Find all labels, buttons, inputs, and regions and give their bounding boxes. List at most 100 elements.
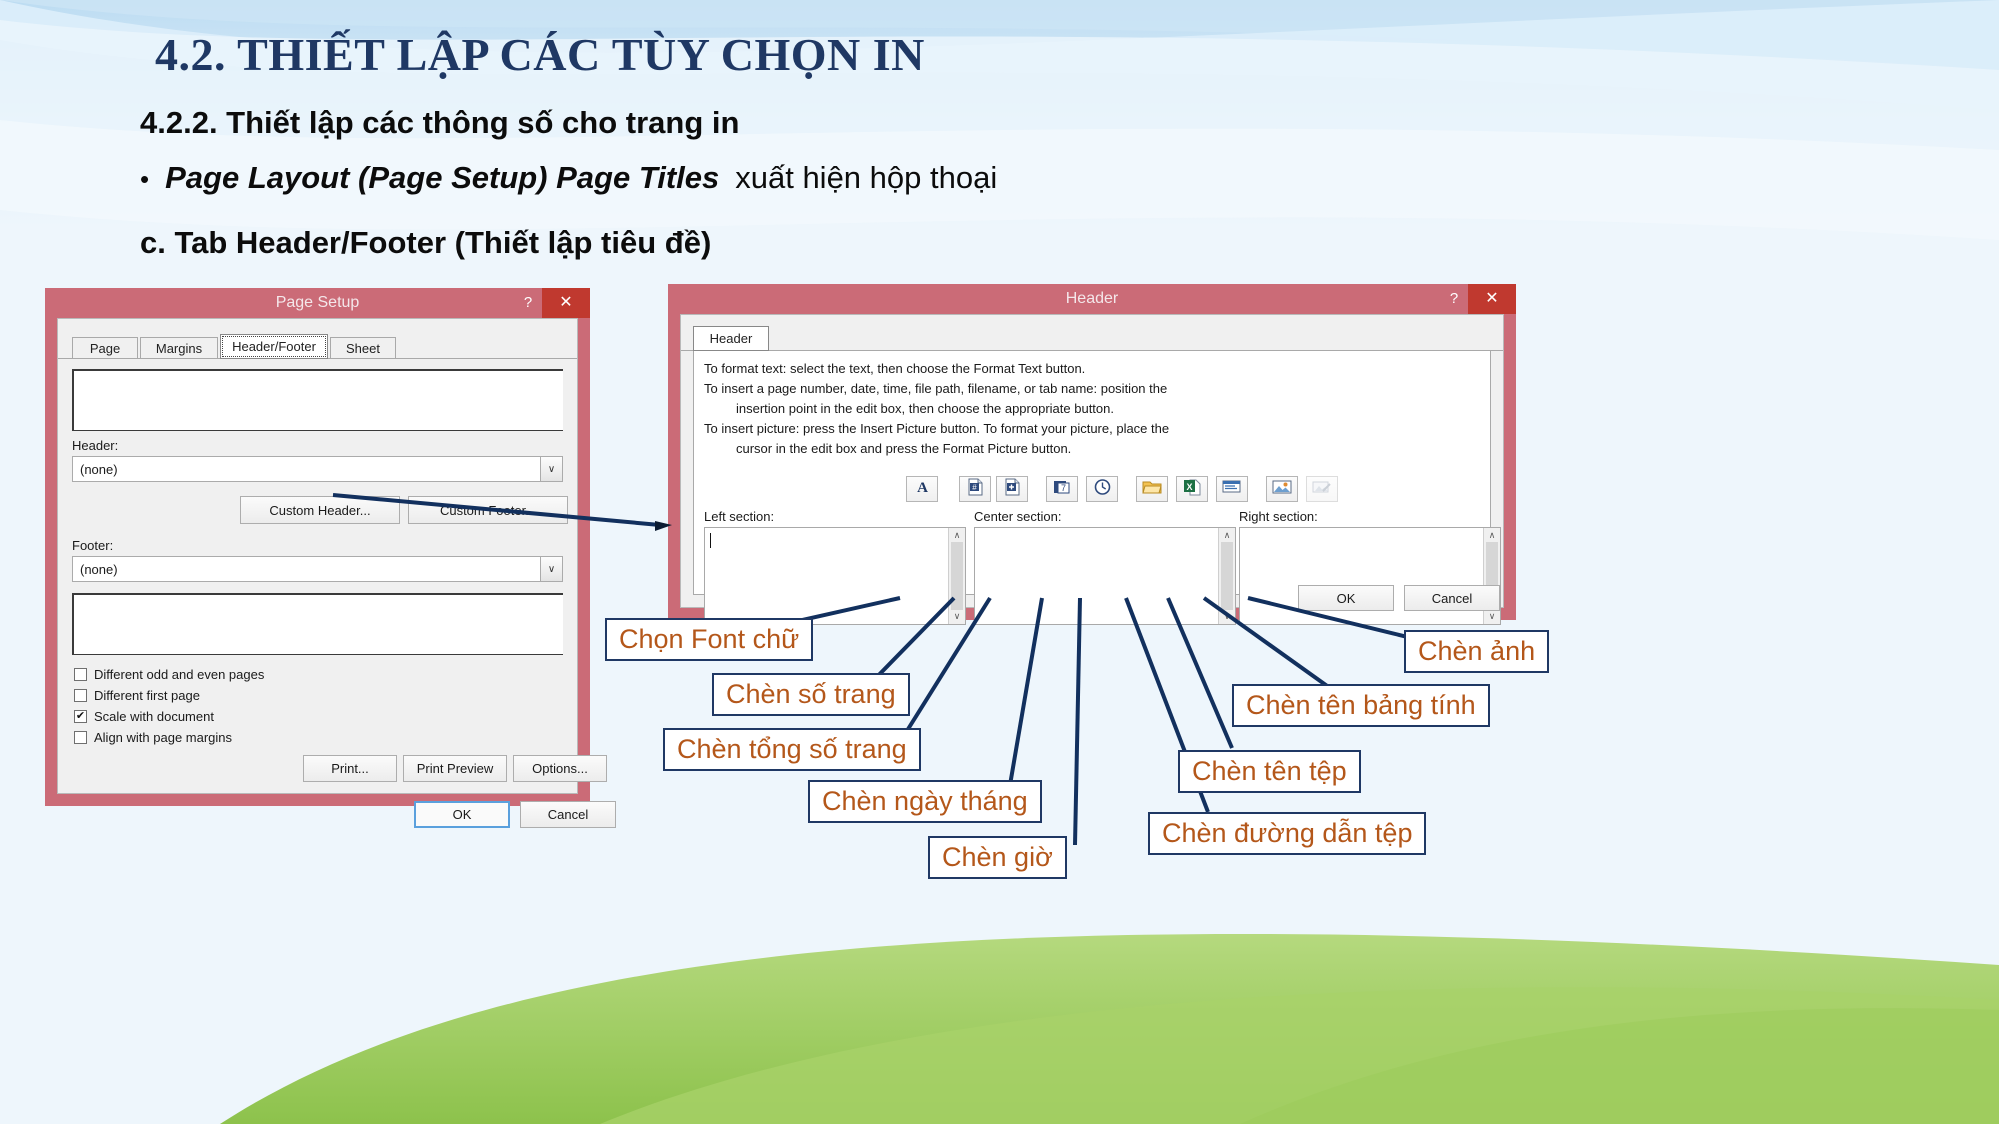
bullet-marker: • <box>140 164 150 194</box>
custom-header-button[interactable]: Custom Header... <box>240 496 400 524</box>
format-text-button[interactable]: A <box>906 476 938 502</box>
page-setup-close-button[interactable]: ✕ <box>542 288 590 318</box>
left-section-input[interactable]: ∧ ∨ <box>704 527 966 625</box>
checkbox-align-with-page-margins[interactable]: Align with page margins <box>74 730 232 745</box>
callout-insert-sheet-name: Chèn tên bảng tính <box>1232 684 1490 727</box>
insert-picture-button[interactable] <box>1266 476 1298 502</box>
header-select-value: (none) <box>80 461 118 477</box>
sub-heading: 4.2.2. Thiết lập các thông số cho trang … <box>140 105 740 140</box>
instruction-line-2: To insert a page number, date, time, fil… <box>704 381 1168 396</box>
scroll-down-icon[interactable]: ∨ <box>1224 611 1231 622</box>
checkbox-box[interactable] <box>74 731 87 744</box>
callout-insert-total-pages: Chèn tổng số trang <box>663 728 921 771</box>
tab-sheet[interactable]: Sheet <box>330 337 396 359</box>
callout-insert-file-path: Chèn đường dẫn tệp <box>1148 812 1427 855</box>
header-dialog-help-button[interactable]: ? <box>1440 284 1468 314</box>
custom-footer-button[interactable]: Custom Footer... <box>408 496 568 524</box>
checkbox-scale-with-document[interactable]: ✔ Scale with document <box>74 709 214 724</box>
left-section-label: Left section: <box>704 509 775 524</box>
page-setup-body: Page Margins Header/Footer Sheet Header:… <box>57 318 616 828</box>
footer-preview-box <box>72 593 563 655</box>
instruction-line-4: To insert picture: press the Insert Pict… <box>704 421 1170 436</box>
insert-date-button[interactable]: 7 <box>1046 476 1078 502</box>
format-picture-icon <box>1312 478 1332 501</box>
page-setup-tabstrip: Page Margins Header/Footer Sheet <box>58 333 577 359</box>
scroll-down-icon[interactable]: ∨ <box>1489 611 1496 622</box>
tab-header[interactable]: Header <box>693 326 769 351</box>
page-setup-cancel-button[interactable]: Cancel <box>520 801 616 828</box>
page-title: 4.2. THIẾT LẬP CÁC TÙY CHỌN IN <box>155 29 925 80</box>
sub-heading-2: c. Tab Header/Footer (Thiết lập tiêu đề) <box>140 225 712 260</box>
callout-insert-page-number: Chèn số trang <box>712 673 910 716</box>
header-dialog-close-button[interactable]: ✕ <box>1468 284 1516 314</box>
header-dialog: Header ? ✕ Header To format text: select… <box>668 284 1516 625</box>
scroll-down-icon[interactable]: ∨ <box>954 611 961 622</box>
tab-page[interactable]: Page <box>72 337 138 359</box>
instruction-line-3: insertion point in the edit box, then ch… <box>736 401 1114 416</box>
insert-page-number-icon: # <box>966 478 985 501</box>
insert-file-name-button[interactable]: X <box>1176 476 1208 502</box>
checkbox-box[interactable] <box>74 689 87 702</box>
page-setup-ok-button[interactable]: OK <box>414 801 510 828</box>
print-preview-button[interactable]: Print Preview <box>403 755 507 782</box>
center-section-scrollbar[interactable]: ∧ ∨ <box>1218 528 1235 624</box>
page-setup-help-button[interactable]: ? <box>514 288 542 318</box>
instruction-line-5: cursor in the edit box and press the For… <box>736 441 1072 456</box>
tab-header-footer[interactable]: Header/Footer <box>220 334 328 359</box>
insert-file-path-button[interactable] <box>1136 476 1168 502</box>
header-dialog-body: Header To format text: select the text, … <box>680 314 1504 625</box>
print-button[interactable]: Print... <box>303 755 397 782</box>
center-section-label: Center section: <box>974 509 1062 524</box>
callout-choose-font: Chọn Font chữ <box>605 618 814 661</box>
center-section-input[interactable]: ∧ ∨ <box>974 527 1236 625</box>
footer-label: Footer: <box>72 538 114 553</box>
scroll-up-icon[interactable]: ∧ <box>1224 530 1231 541</box>
header-label: Header: <box>72 438 119 453</box>
footer-select-value: (none) <box>80 561 118 577</box>
bullet-emphasis: Page Layout (Page Setup) Page Titles <box>165 160 720 195</box>
instruction-line-1: To format text: select the text, then ch… <box>704 361 1086 376</box>
format-picture-button <box>1306 476 1338 502</box>
insert-sheet-name-icon <box>1222 478 1242 501</box>
checkbox-label: Different first page <box>94 688 200 703</box>
insert-page-count-button[interactable] <box>996 476 1028 502</box>
checkbox-label: Align with page margins <box>94 730 233 745</box>
text-caret <box>710 533 711 548</box>
options-button[interactable]: Options... <box>513 755 607 782</box>
scroll-up-icon[interactable]: ∧ <box>1489 530 1496 541</box>
scrollbar-thumb[interactable] <box>951 542 963 610</box>
checkbox-label: Different odd and even pages <box>94 667 265 682</box>
insert-sheet-name-button[interactable] <box>1216 476 1248 502</box>
header-select[interactable]: (none) ∨ <box>72 456 563 482</box>
scroll-up-icon[interactable]: ∧ <box>954 530 961 541</box>
insert-time-button[interactable] <box>1086 476 1118 502</box>
checkbox-different-odd-even[interactable]: Different odd and even pages <box>74 667 264 682</box>
header-dialog-tabstrip: Header <box>681 325 1503 351</box>
chevron-down-icon[interactable]: ∨ <box>540 557 562 581</box>
insert-time-icon <box>1093 478 1112 501</box>
tab-margins[interactable]: Margins <box>140 337 218 359</box>
insert-page-number-button[interactable]: # <box>959 476 991 502</box>
svg-text:7: 7 <box>1061 483 1066 493</box>
checkbox-box[interactable] <box>74 668 87 681</box>
insert-picture-icon <box>1272 478 1292 501</box>
header-dialog-panel: To format text: select the text, then ch… <box>693 350 1501 625</box>
insert-file-name-icon: X <box>1183 478 1202 501</box>
left-section-scrollbar[interactable]: ∧ ∨ <box>948 528 965 624</box>
format-text-icon: A <box>913 478 932 500</box>
page-setup-dialog: Page Setup ? ✕ Page Margins Header/Foote… <box>45 288 616 828</box>
callout-insert-picture: Chèn ảnh <box>1404 630 1550 673</box>
chevron-down-icon[interactable]: ∨ <box>540 457 562 481</box>
checkbox-label: Scale with document <box>94 709 214 724</box>
header-preview-box <box>72 369 563 431</box>
bullet-tail: xuất hiện hộp thoại <box>735 160 998 195</box>
callout-insert-time: Chèn giờ <box>928 836 1067 879</box>
insert-file-path-icon <box>1141 478 1163 501</box>
checkbox-box[interactable]: ✔ <box>74 710 87 723</box>
callout-insert-file-name: Chèn tên tệp <box>1178 750 1361 793</box>
scrollbar-thumb[interactable] <box>1221 542 1233 610</box>
footer-select[interactable]: (none) ∨ <box>72 556 563 582</box>
header-dialog-ok-button[interactable]: OK <box>1298 585 1394 611</box>
header-dialog-cancel-button[interactable]: Cancel <box>1404 585 1500 611</box>
checkbox-different-first-page[interactable]: Different first page <box>74 688 200 703</box>
